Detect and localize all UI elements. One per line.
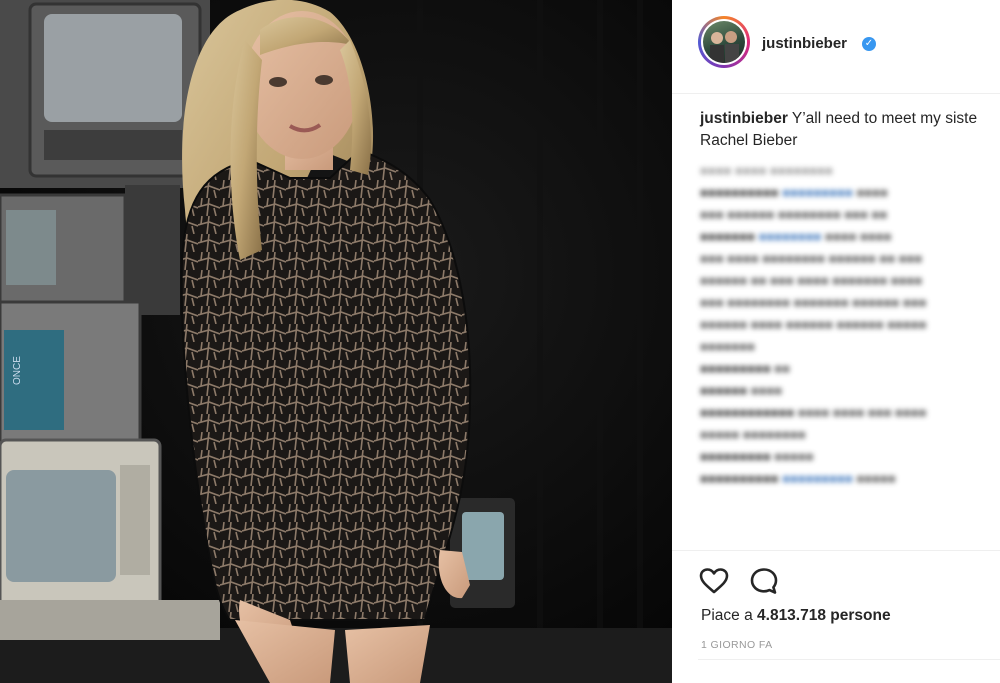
avatar-photo — [710, 31, 739, 63]
likes-number: 4.813.718 — [757, 607, 826, 624]
caption-text: Y’all need to meet my siste — [791, 110, 978, 127]
heart-outline-icon[interactable] — [698, 565, 730, 597]
caption-text-line-2: Rachel Bieber — [700, 132, 798, 149]
post-actions: Piace a 4.813.718 persone 1 GIORNO FA — [672, 550, 1000, 683]
post-sidebar: justinbieber ✓ justinbieber Y’all need t… — [672, 0, 1000, 683]
post-photo[interactable]: ONCE — [0, 0, 672, 683]
post-caption: justinbieber Y’all need to meet my siste… — [700, 108, 1000, 152]
svg-text:ONCE: ONCE — [12, 356, 23, 385]
likes-suffix: persone — [830, 607, 891, 624]
avatar-image — [703, 21, 745, 63]
post-timestamp[interactable]: 1 GIORNO FA — [701, 639, 773, 651]
username-link[interactable]: justinbieber — [762, 35, 847, 52]
post-image: ONCE — [0, 0, 672, 683]
avatar-ring-inner — [701, 19, 747, 65]
blurred-comments: ■■■■ ■■■■ ■■■■■■■■ ■■■■■■■■■■ ■■■■■■■■■ … — [700, 163, 927, 486]
post-header: justinbieber ✓ — [672, 0, 1000, 94]
likes-count[interactable]: Piace a 4.813.718 persone — [701, 607, 891, 625]
verified-badge-icon: ✓ — [862, 37, 876, 51]
caption-username[interactable]: justinbieber — [700, 110, 788, 127]
likes-prefix: Piace a — [701, 607, 753, 624]
divider — [698, 659, 1000, 660]
avatar[interactable] — [698, 16, 750, 68]
comment-bubble-icon[interactable] — [748, 565, 780, 597]
